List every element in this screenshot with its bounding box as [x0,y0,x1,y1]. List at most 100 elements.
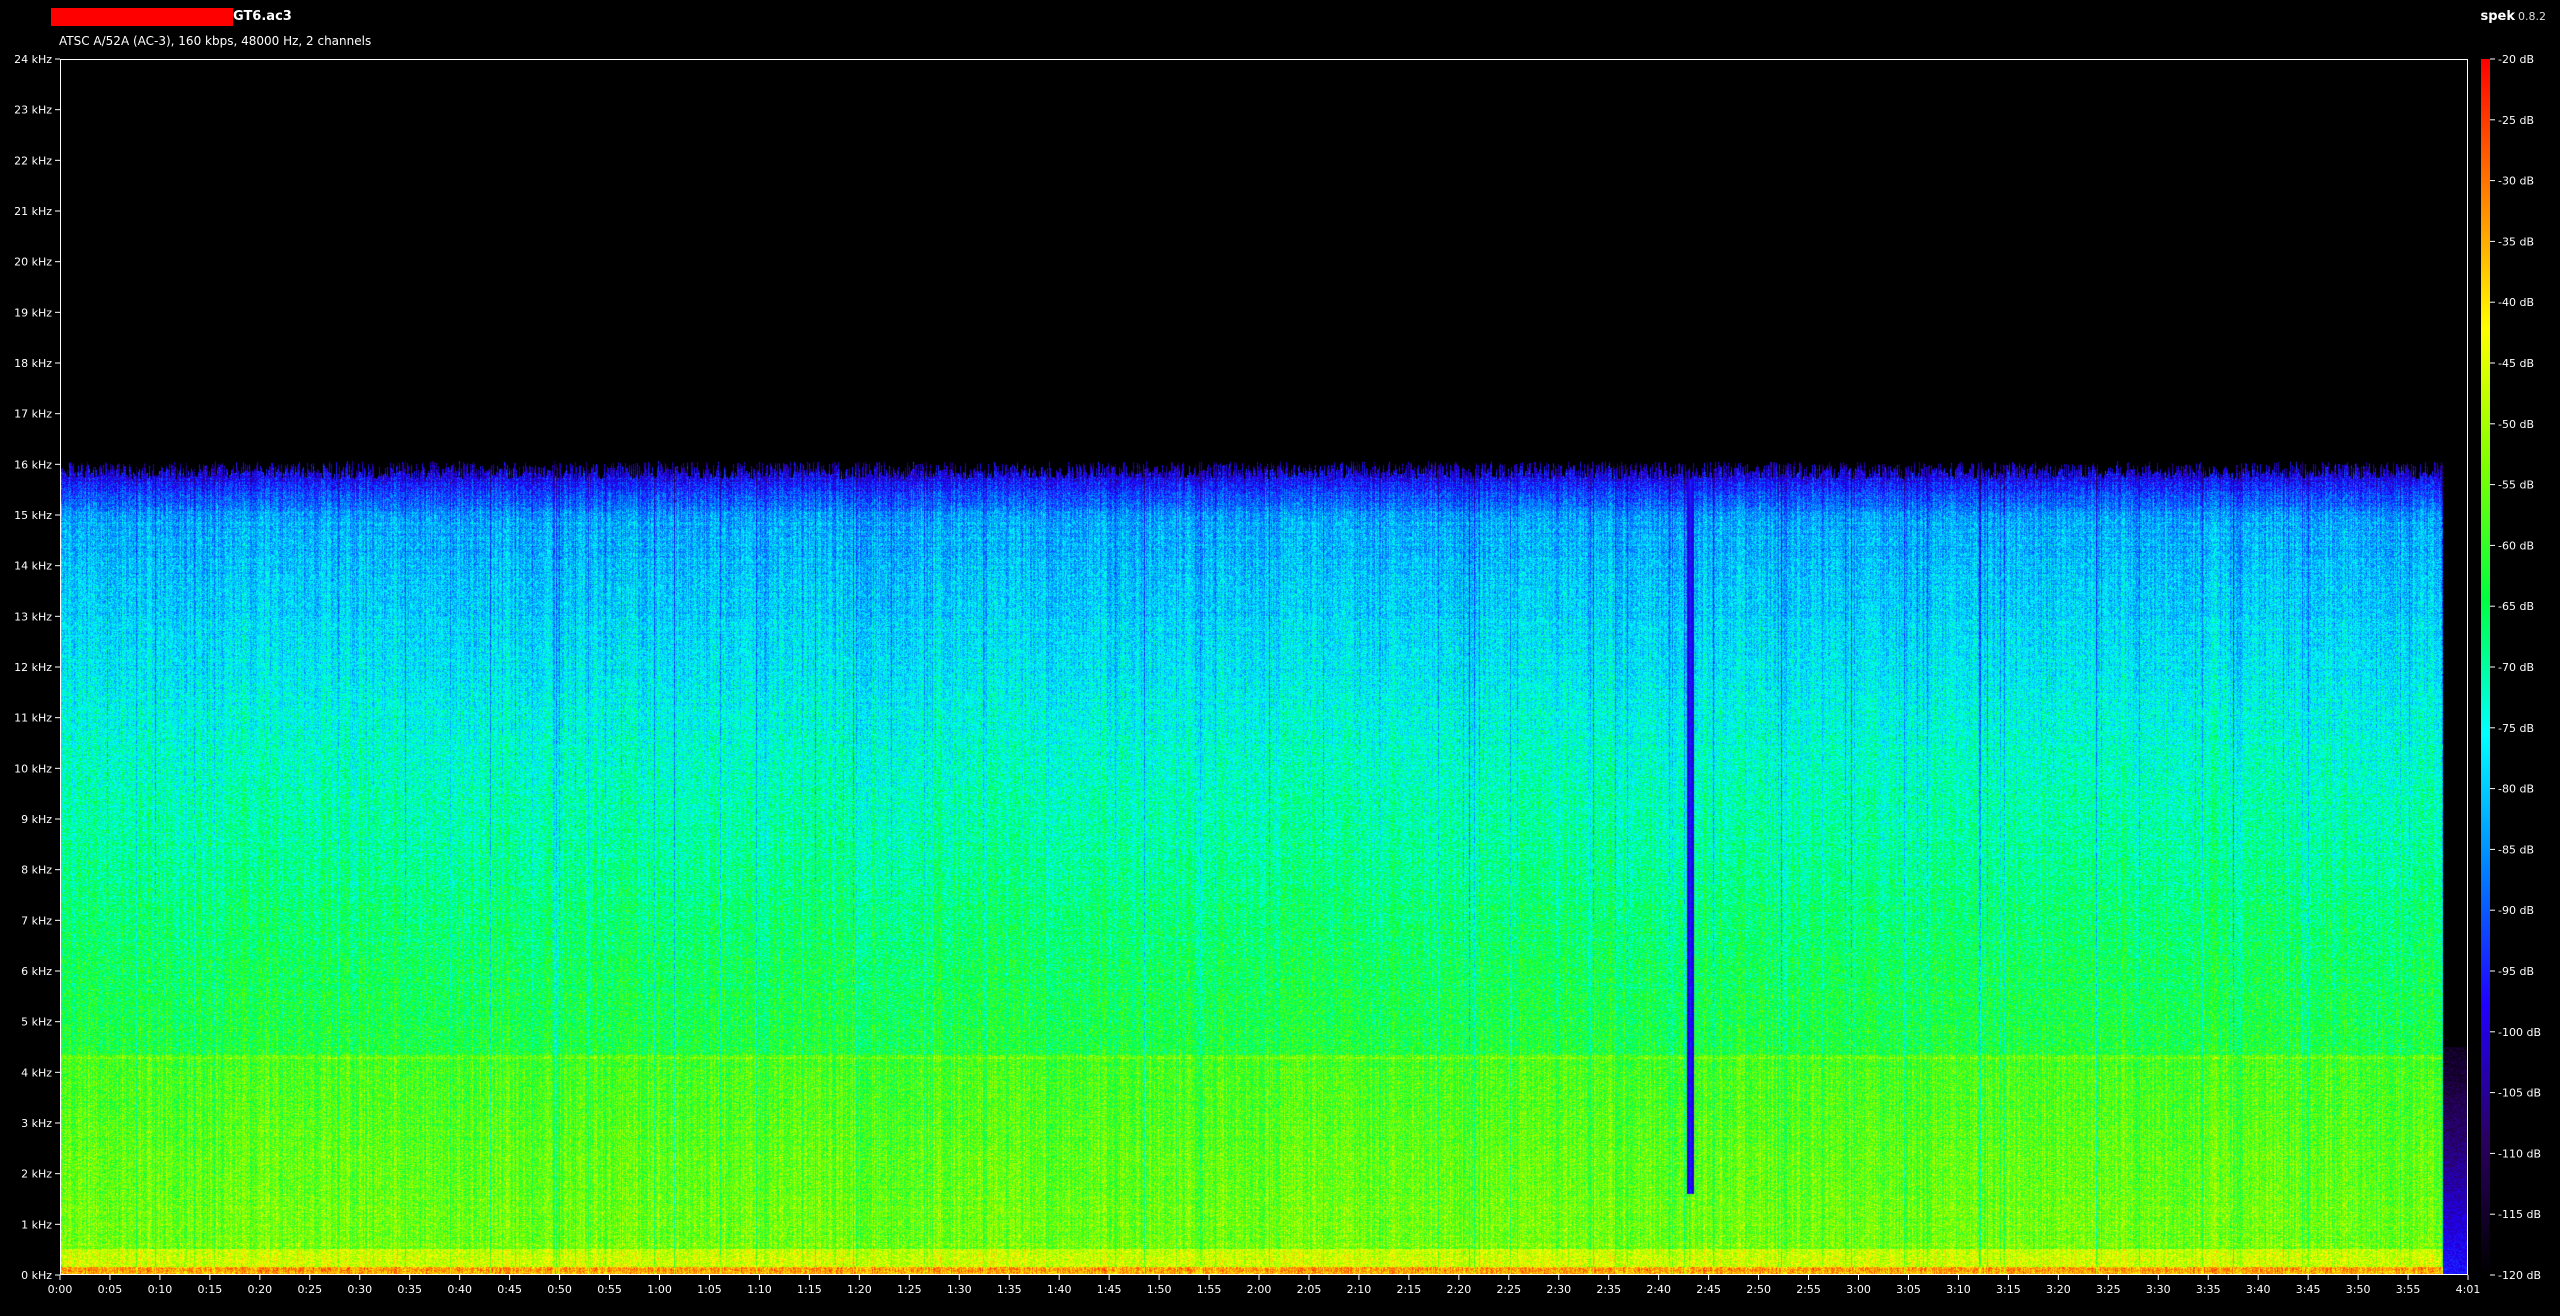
frequency-tick-label: 6 kHz [21,965,52,978]
time-axis: 0:00 0:05 0:10 0:15 0:20 0:25 0:30 0:35 0:40 0:45… [48,1275,2481,1296]
db-tick-label: -110 dB [2498,1147,2541,1160]
time-tick-label: 1:15 [797,1283,822,1296]
time-tick-label: 1:20 [847,1283,872,1296]
time-tick-label: 2:10 [1347,1283,1372,1296]
frequency-tick-label: 12 kHz [14,661,52,674]
app-name: spek [2480,9,2515,24]
spectrogram-plot[interactable] [60,59,2468,1275]
time-tick-label: 1:25 [897,1283,922,1296]
db-tick-label: -35 dB [2498,235,2534,248]
time-tick-label: 1:50 [1147,1283,1172,1296]
time-tick-label: 2:20 [1446,1283,1471,1296]
time-tick-label: 1:30 [947,1283,972,1296]
db-tick-label: -75 dB [2498,722,2534,735]
time-tick-label: 2:05 [1297,1283,1322,1296]
time-tick-label: 0:40 [447,1283,472,1296]
time-tick-label: 3:55 [2396,1283,2421,1296]
time-tick-label: 2:45 [1696,1283,1721,1296]
time-tick-label: 4:01 [2456,1283,2481,1296]
frequency-tick-label: 24 kHz [14,53,52,66]
frequency-tick-label: 2 kHz [21,1168,52,1181]
time-tick-label: 3:20 [2046,1283,2071,1296]
spectrogram-canvas[interactable] [61,60,2467,1274]
db-tick-label: -85 dB [2498,843,2534,856]
time-tick-label: 1:55 [1197,1283,1222,1296]
frequency-tick-label: 10 kHz [14,762,52,775]
db-tick-label: -80 dB [2498,783,2534,796]
frequency-tick-label: 11 kHz [14,712,52,725]
db-tick-label: -100 dB [2498,1026,2541,1039]
frequency-tick-label: 13 kHz [14,610,52,623]
db-tick-label: -115 dB [2498,1208,2541,1221]
frequency-axis: 0 kHz 1 kHz 2 kHz 3 kHz 4 kHz 5 kHz 6 kHz 7 kHz… [14,53,60,1282]
frequency-tick-label: 23 kHz [14,104,52,117]
db-tick-label: -25 dB [2498,114,2534,127]
frequency-tick-label: 16 kHz [14,458,52,471]
frequency-tick-label: 5 kHz [21,1016,52,1029]
frequency-tick-label: 15 kHz [14,509,52,522]
frequency-tick-label: 19 kHz [14,306,52,319]
db-tick-label: -90 dB [2498,904,2534,917]
time-tick-label: 1:45 [1097,1283,1122,1296]
time-tick-label: 3:00 [1846,1283,1871,1296]
time-tick-label: 2:15 [1397,1283,1422,1296]
db-tick-label: -40 dB [2498,296,2534,309]
time-tick-label: 2:40 [1646,1283,1671,1296]
frequency-tick-label: 17 kHz [14,408,52,421]
time-tick-label: 0:00 [48,1283,73,1296]
time-tick-label: 3:15 [1996,1283,2021,1296]
frequency-tick-label: 22 kHz [14,154,52,167]
time-tick-label: 1:10 [747,1283,772,1296]
time-tick-label: 3:35 [2196,1283,2221,1296]
db-tick-label: -120 dB [2498,1269,2541,1282]
db-tick-label: -65 dB [2498,600,2534,613]
time-tick-label: 3:50 [2346,1283,2371,1296]
time-tick-label: 1:35 [997,1283,1022,1296]
time-tick-label: 2:50 [1746,1283,1771,1296]
db-tick-label: -20 dB [2498,53,2534,66]
time-tick-label: 2:25 [1496,1283,1521,1296]
db-color-bar [2481,59,2490,1275]
db-tick-label: -70 dB [2498,661,2534,674]
frequency-tick-label: 1 kHz [21,1218,52,1231]
time-tick-label: 2:00 [1247,1283,1272,1296]
frequency-tick-label: 14 kHz [14,560,52,573]
time-tick-label: 3:25 [2096,1283,2121,1296]
time-tick-label: 0:50 [547,1283,572,1296]
time-tick-label: 3:45 [2296,1283,2321,1296]
frequency-tick-label: 18 kHz [14,357,52,370]
time-tick-label: 1:00 [647,1283,672,1296]
time-tick-label: 0:05 [98,1283,123,1296]
time-tick-label: 1:05 [697,1283,722,1296]
time-tick-label: 0:10 [148,1283,173,1296]
file-name: GT6.ac3 [233,9,292,24]
db-tick-label: -60 dB [2498,539,2534,552]
time-tick-label: 0:25 [297,1283,322,1296]
db-color-scale: -20 dB -25 dB -30 dB -35 dB -40 dB -45 dB -50 … [2481,53,2541,1282]
db-tick-label: -45 dB [2498,357,2534,370]
time-tick-label: 3:40 [2246,1283,2271,1296]
time-tick-label: 0:15 [198,1283,223,1296]
time-tick-label: 2:35 [1596,1283,1621,1296]
db-tick-label: -95 dB [2498,965,2534,978]
time-tick-label: 0:35 [397,1283,422,1296]
app-brand: spek 0.8.2 [2480,9,2546,25]
time-tick-label: 3:05 [1896,1283,1921,1296]
file-info: ATSC A/52A (AC-3), 160 kbps, 48000 Hz, 2… [59,34,372,48]
app-version: 0.8.2 [2518,10,2546,23]
frequency-tick-label: 3 kHz [21,1117,52,1130]
time-tick-label: 0:45 [497,1283,522,1296]
frequency-tick-label: 20 kHz [14,256,52,269]
frequency-tick-label: 4 kHz [21,1066,52,1079]
frequency-tick-label: 8 kHz [21,864,52,877]
time-tick-label: 2:30 [1546,1283,1571,1296]
frequency-tick-label: 0 kHz [21,1269,52,1282]
spek-window: GT6.ac3 ATSC A/52A (AC-3), 160 kbps, 480… [0,0,2560,1316]
time-tick-label: 0:55 [597,1283,622,1296]
frequency-tick-label: 7 kHz [21,914,52,927]
time-tick-label: 0:30 [347,1283,372,1296]
db-tick-label: -50 dB [2498,418,2534,431]
db-tick-label: -30 dB [2498,175,2534,188]
db-tick-label: -105 dB [2498,1087,2541,1100]
db-tick-label: -55 dB [2498,479,2534,492]
